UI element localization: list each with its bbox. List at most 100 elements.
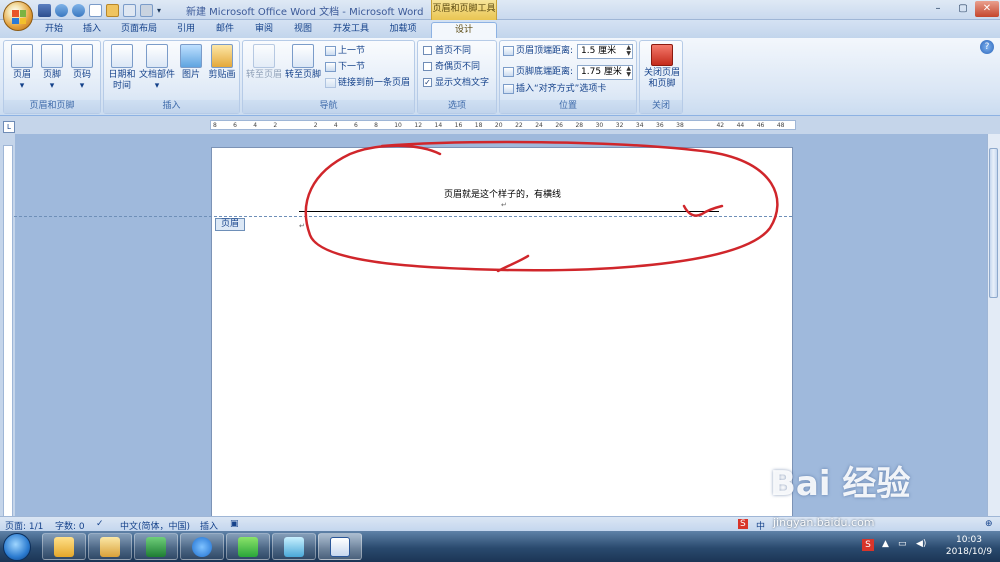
prev-section-button[interactable]: 上一节	[325, 45, 365, 58]
tab-addins[interactable]: 加载项	[383, 22, 423, 38]
network-icon[interactable]: ▭	[898, 539, 907, 549]
header-button[interactable]: 页眉 ▾	[8, 44, 36, 92]
diff-odd-even-checkbox[interactable]: 奇偶页不同	[423, 61, 480, 74]
goto-header-button[interactable]: 转至页眉	[245, 44, 283, 81]
next-section-label: 下一节	[338, 62, 366, 72]
tab-references[interactable]: 引用	[170, 22, 202, 38]
taskbar-app[interactable]	[272, 533, 316, 560]
taskbar-folder-app[interactable]	[42, 533, 86, 560]
close-window-button[interactable]: ✕	[975, 1, 999, 17]
tab-insert[interactable]: 插入	[76, 22, 108, 38]
ruler-tick-label: 32	[615, 122, 624, 129]
group-label: 导航	[243, 100, 414, 113]
tray-sogou-icon[interactable]: S	[862, 539, 874, 551]
volume-icon[interactable]: ◀)	[916, 539, 926, 549]
checkbox-icon	[423, 62, 432, 71]
ribbon: 页眉 ▾ 页脚 ▾ 页码 ▾ 页眉和页脚 日期和 时间 文档部件 ▾ 图片 剪贴画	[0, 38, 1000, 116]
clock-time: 10:03	[956, 535, 982, 545]
date-time-button[interactable]: 日期和 时间	[107, 44, 137, 92]
horizontal-ruler[interactable]: 8 6 4 2 2 4 6 8 10 12 14 16 18 20 22 24 26 28 30 32 34 36 38 42…	[210, 120, 796, 130]
goto-header-icon	[253, 44, 275, 68]
doc-parts-label: 文档部件	[138, 70, 175, 80]
vertical-ruler[interactable]	[3, 145, 13, 517]
ruler-tick-label: 44	[736, 122, 745, 129]
header-top-text: 页眉顶端距离:	[516, 46, 574, 56]
next-section-button[interactable]: 下一节	[325, 61, 365, 74]
office-button[interactable]	[3, 1, 33, 31]
close-header-footer-button[interactable]: 关闭页眉 和页脚	[641, 44, 683, 90]
open-icon[interactable]	[106, 3, 119, 17]
footer-bottom-value: 1.75 厘米	[581, 67, 622, 77]
start-button[interactable]	[3, 533, 31, 561]
spin-arrows-icon[interactable]: ▲ ▼	[626, 66, 631, 78]
prev-section-icon	[325, 45, 336, 56]
tab-review[interactable]: 审阅	[248, 22, 280, 38]
undo-icon[interactable]	[55, 3, 68, 17]
ruler-tick-label: 4	[333, 122, 338, 129]
sogou-ime-icon[interactable]: S	[738, 519, 748, 529]
annotation-circle	[304, 140, 779, 273]
customize-qat-icon[interactable]: ▾	[157, 4, 165, 17]
save-icon[interactable]	[38, 3, 51, 17]
insert-align-tab-button[interactable]: 插入“对齐方式”选项卡	[503, 83, 606, 96]
footer-button[interactable]: 页脚 ▾	[38, 44, 66, 92]
doc-parts-icon	[146, 44, 168, 68]
quick-print-icon[interactable]	[140, 3, 153, 17]
close-x-icon	[651, 44, 673, 66]
header-top-distance-input[interactable]: 1.5 厘米 ▲ ▼	[577, 44, 633, 59]
tab-mailings[interactable]: 邮件	[209, 22, 241, 38]
picture-button[interactable]: 图片	[178, 44, 204, 81]
office-logo-icon	[12, 10, 26, 24]
maximize-button[interactable]: ▢	[951, 1, 975, 17]
zoom-in-icon[interactable]: ⊕	[985, 519, 993, 529]
scrollbar-thumb[interactable]	[989, 148, 998, 298]
align-tab-icon	[503, 83, 514, 94]
taskbar-wechat[interactable]	[226, 533, 270, 560]
diff-first-checkbox[interactable]: 首页不同	[423, 45, 471, 58]
tab-page-layout[interactable]: 页面布局	[115, 22, 163, 38]
group-label: 插入	[104, 100, 239, 113]
spelling-icon[interactable]: ✓	[96, 519, 104, 529]
ruler-tick-label: 10	[394, 122, 402, 129]
footer-bottom-distance-input[interactable]: 1.75 厘米 ▲ ▼	[577, 65, 633, 80]
link-previous-button[interactable]: 链接到前一条页眉	[325, 77, 410, 90]
minimize-button[interactable]: –	[926, 1, 950, 17]
taskbar-explorer[interactable]	[88, 533, 132, 560]
tab-design[interactable]: 设计	[431, 22, 497, 38]
ruler-tick-label: 18	[474, 122, 483, 129]
context-tool-title: 页眉和页脚工具	[431, 0, 497, 20]
page-number-label: 页码	[72, 70, 91, 80]
show-doc-text-checkbox[interactable]: ✓ 显示文档文字	[423, 77, 489, 90]
help-icon[interactable]: ?	[980, 40, 994, 54]
window-title: 新建 Microsoft Office Word 文档 - Microsoft …	[186, 7, 424, 18]
close-label-2: 和页脚	[648, 79, 676, 89]
group-navigation: 转至页眉 转至页脚 上一节 下一节 链接到前一条页眉 导航	[242, 40, 415, 114]
header-label: 页眉	[12, 70, 31, 80]
system-clock[interactable]: 10:03 2018/10/9	[940, 534, 998, 558]
tray-expand-icon[interactable]: ▲	[882, 539, 889, 549]
goto-footer-button[interactable]: 转至页脚	[284, 44, 322, 81]
ruler-tick-label: 36	[656, 122, 664, 129]
page-number-icon	[71, 44, 93, 68]
redo-icon[interactable]	[72, 3, 85, 17]
clipart-button[interactable]: 剪贴画	[206, 44, 238, 81]
tab-view[interactable]: 视图	[287, 22, 319, 38]
ruler-tick-label: 34	[635, 122, 644, 129]
taskbar-word[interactable]	[318, 533, 362, 560]
tab-selector-button[interactable]: L	[3, 121, 15, 133]
tab-home[interactable]: 开始	[38, 22, 70, 38]
doc-parts-button[interactable]: 文档部件 ▾	[138, 44, 176, 92]
page-number-button[interactable]: 页码 ▾	[68, 44, 96, 92]
goto-header-label: 转至页眉	[245, 70, 282, 80]
macro-record-icon[interactable]: ▣	[230, 519, 239, 529]
clipart-icon	[211, 44, 233, 68]
tab-developer[interactable]: 开发工具	[328, 22, 374, 38]
print-preview-icon[interactable]	[123, 3, 136, 17]
checkmark-icon: ✓	[423, 78, 432, 87]
spin-arrows-icon[interactable]: ▲ ▼	[626, 45, 631, 57]
taskbar-excel[interactable]	[134, 533, 178, 560]
ruler-tick-label: 24	[535, 122, 543, 129]
taskbar-sogou[interactable]	[180, 533, 224, 560]
new-doc-icon[interactable]	[89, 3, 102, 17]
checkbox-icon	[423, 46, 432, 55]
